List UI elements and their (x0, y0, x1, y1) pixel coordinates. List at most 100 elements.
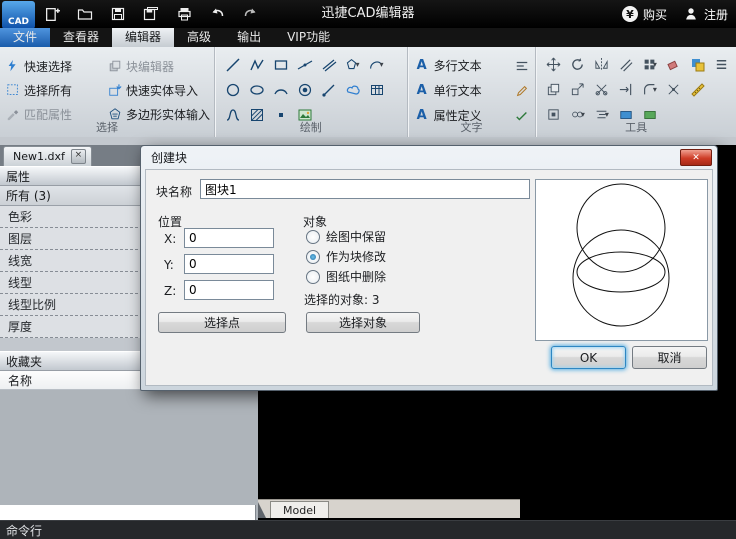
print-button[interactable] (172, 3, 196, 25)
radio-checked-icon (306, 250, 320, 264)
dropdown-icon: ▾ (605, 110, 609, 119)
close-icon: ✕ (692, 153, 700, 163)
account-area: ¥ 购买 注册 (622, 0, 728, 28)
entity-import-icon (108, 83, 122, 97)
dialog-close-button[interactable]: ✕ (680, 149, 712, 166)
buy-button[interactable]: ¥ 购买 (622, 6, 667, 23)
document-tab[interactable]: New1.dxf × (3, 146, 92, 166)
draw-group-label: 绘制 (215, 119, 407, 135)
offset-icon[interactable] (614, 54, 637, 75)
x-input[interactable] (184, 228, 274, 248)
singleline-text-button[interactable]: A 单行文本 (414, 78, 534, 103)
table-icon[interactable] (365, 79, 388, 100)
mirror-icon[interactable] (590, 54, 613, 75)
rectangle-icon[interactable] (269, 54, 292, 75)
save-as-icon (143, 6, 159, 22)
layers-icon[interactable] (686, 54, 709, 75)
y-label: Y: (164, 258, 174, 272)
tab-close-icon[interactable]: × (71, 149, 86, 164)
dropdown-icon: ▾ (379, 60, 383, 69)
selected-objects-count: 选择的对象: 3 (304, 291, 380, 308)
select-all-icon (6, 83, 20, 97)
radio-keep-in-drawing[interactable]: 绘图中保留 (306, 228, 386, 245)
line-icon[interactable] (221, 54, 244, 75)
move-icon[interactable] (542, 54, 565, 75)
quick-select-button[interactable]: 快速选择 (4, 54, 106, 78)
arc-tool-dropdown[interactable]: ▾ (365, 54, 388, 75)
menu-output[interactable]: 输出 (224, 28, 274, 47)
block-name-input[interactable] (200, 179, 530, 199)
block-name-label: 块名称 (156, 183, 192, 200)
ribbon-group-tools: ▾ ▾ ▾ ▾ (536, 47, 736, 137)
y-input[interactable] (184, 254, 274, 274)
menu-viewer[interactable]: 查看器 (50, 28, 112, 47)
dialog-title: 创建块 (151, 149, 187, 166)
menu-editor[interactable]: 编辑器 (112, 28, 174, 47)
app-logo-icon: CAD (2, 1, 35, 29)
model-tab[interactable]: Model (270, 501, 329, 518)
multiline-text-button[interactable]: A 多行文本 (414, 53, 534, 78)
ok-button[interactable]: OK (551, 346, 626, 369)
save-as-button[interactable] (139, 3, 163, 25)
block-editor-button[interactable]: 块编辑器 (106, 54, 216, 78)
dialog-titlebar[interactable]: 创建块 (141, 146, 717, 168)
open-file-button[interactable] (73, 3, 97, 25)
new-file-button[interactable] (40, 3, 64, 25)
dropdown-icon: ▾ (653, 85, 657, 94)
scale-icon[interactable] (566, 79, 589, 100)
cancel-button[interactable]: 取消 (632, 346, 707, 369)
dialog-body: 块名称 位置 X: Y: Z: 选择点 对象 绘图中保留 (145, 169, 713, 386)
donut-icon[interactable] (293, 79, 316, 100)
ray-icon[interactable] (317, 79, 340, 100)
command-line-label: 命令行 (6, 522, 42, 539)
pick-point-button[interactable]: 选择点 (158, 312, 286, 333)
array-dropdown[interactable]: ▾ (638, 54, 661, 75)
text-group-label: 文字 (408, 119, 536, 135)
radio-convert-to-block[interactable]: 作为块修改 (306, 248, 386, 265)
erase-icon[interactable] (662, 54, 685, 75)
singleline-text-icon: A (414, 83, 430, 98)
command-line-bar[interactable]: 命令行 (0, 520, 736, 539)
block-editor-icon (108, 59, 122, 73)
copy-icon[interactable] (542, 79, 565, 100)
redo-button[interactable] (238, 3, 262, 25)
select-objects-button[interactable]: 选择对象 (306, 312, 420, 333)
revision-cloud-icon[interactable] (341, 79, 364, 100)
construction-line-icon[interactable] (293, 54, 316, 75)
register-button[interactable]: 注册 (683, 6, 728, 23)
arc-icon[interactable] (269, 79, 292, 100)
polygon-tool-dropdown[interactable]: ▾ (341, 54, 364, 75)
menu-file[interactable]: 文件 (0, 28, 50, 47)
block-preview (535, 179, 708, 341)
favorites-list-area[interactable] (0, 505, 256, 520)
select-all-button[interactable]: 选择所有 (4, 78, 106, 102)
yen-icon: ¥ (622, 6, 638, 22)
trim-icon[interactable] (590, 79, 613, 100)
radio-delete-from-drawing[interactable]: 图纸中删除 (306, 268, 386, 285)
user-icon (683, 6, 699, 22)
polyline-icon[interactable] (245, 54, 268, 75)
extend-icon[interactable] (614, 79, 637, 100)
redo-icon (242, 6, 259, 22)
fillet-dropdown[interactable]: ▾ (638, 79, 661, 100)
titlebar: CAD 迅捷CAD编辑器 (0, 0, 736, 28)
tools-group-label: 工具 (536, 119, 736, 135)
register-label: 注册 (704, 6, 728, 23)
measure-icon[interactable] (686, 79, 709, 100)
undo-button[interactable] (205, 3, 229, 25)
ellipse-icon[interactable] (245, 79, 268, 100)
circle-icon[interactable] (221, 79, 244, 100)
list-view-icon[interactable] (710, 54, 733, 75)
menu-vip[interactable]: VIP功能 (274, 28, 343, 47)
quick-entity-import-button[interactable]: 快速实体导入 (106, 78, 216, 102)
z-input[interactable] (184, 280, 274, 300)
multiline-icon[interactable] (317, 54, 340, 75)
explode-icon[interactable] (662, 79, 685, 100)
rotate-icon[interactable] (566, 54, 589, 75)
text-edit-icon[interactable] (515, 84, 529, 98)
save-button[interactable] (106, 3, 130, 25)
text-align-icon[interactable] (515, 59, 529, 73)
dropdown-icon: ▾ (355, 60, 359, 69)
ribbon-group-text: A 多行文本 A 单行文本 A 属性定义 (408, 47, 537, 137)
menu-advanced[interactable]: 高级 (174, 28, 224, 47)
